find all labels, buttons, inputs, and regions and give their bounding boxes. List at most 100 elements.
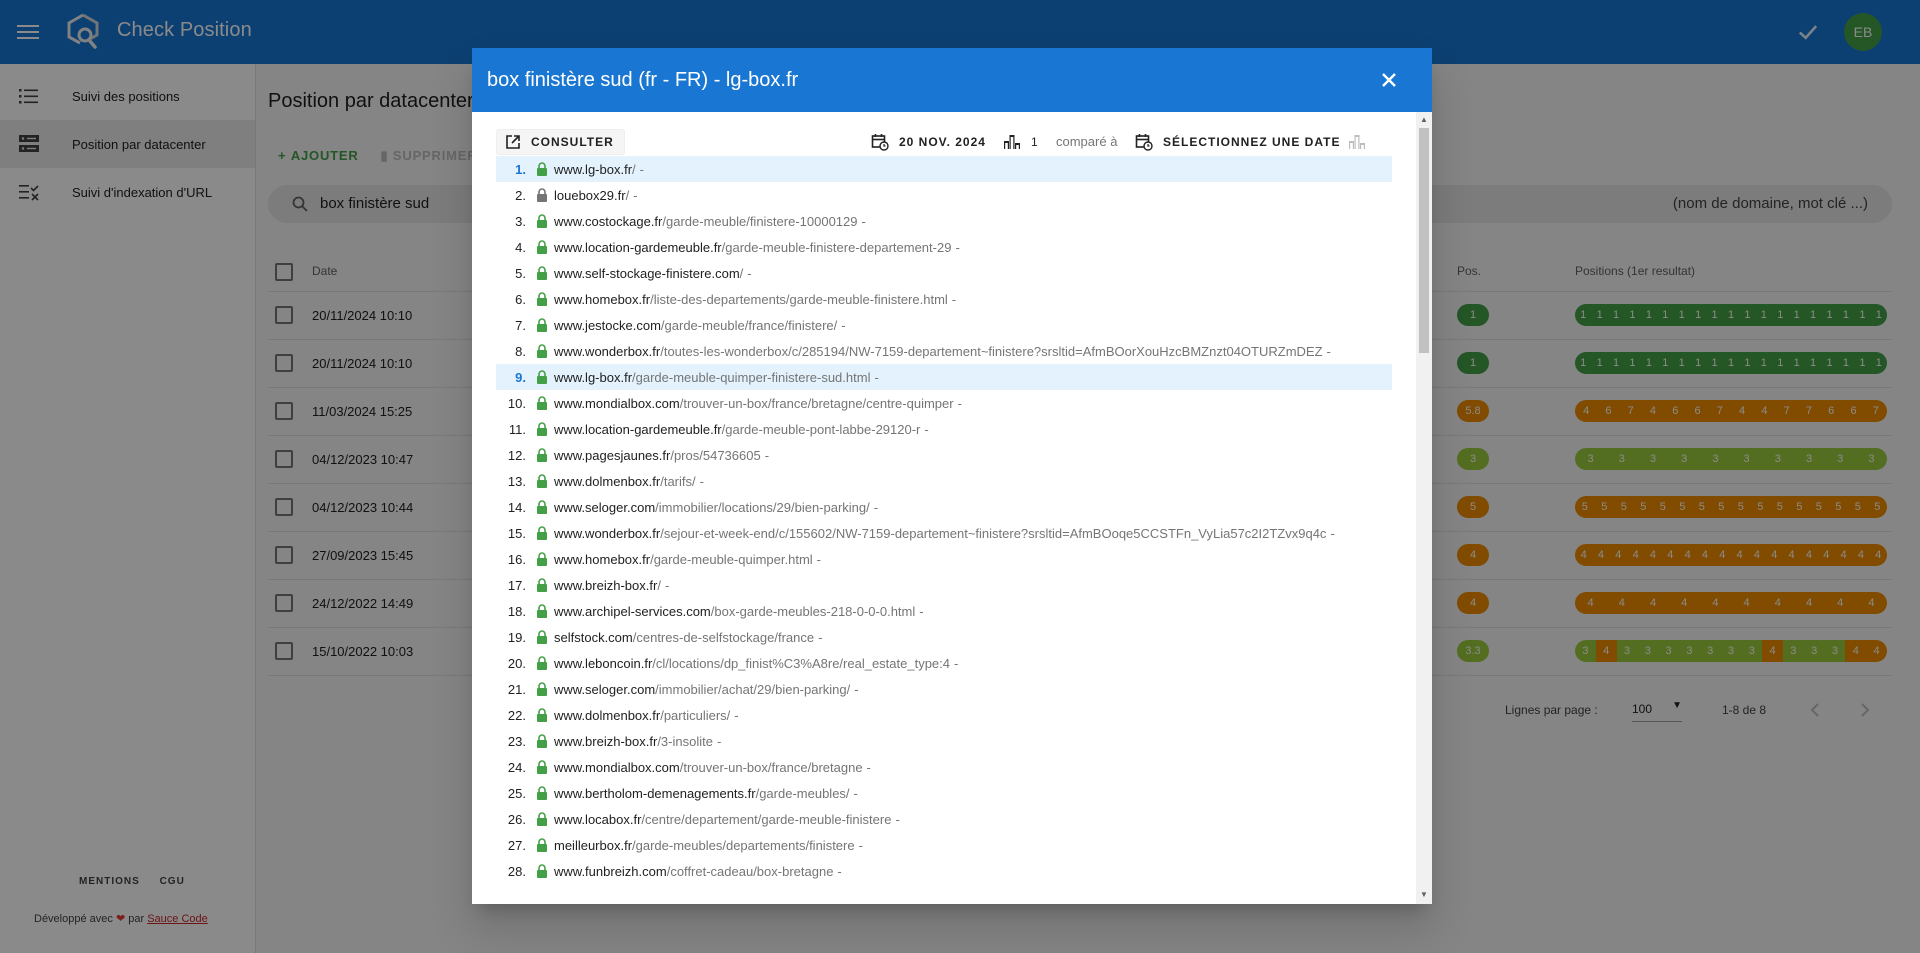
result-item[interactable]: 24. www.mondialbox.com/trouver-un-box/fra… <box>496 754 1392 780</box>
result-path[interactable]: /garde-meubles/ <box>756 786 850 801</box>
result-domain[interactable]: www.wonderbox.fr <box>554 526 660 541</box>
result-item[interactable]: 2. louebox29.fr / - <box>496 182 1392 208</box>
result-item[interactable]: 6. www.homebox.fr/liste-des-departements/… <box>496 286 1392 312</box>
result-path[interactable]: / <box>740 266 744 281</box>
result-domain[interactable]: www.costockage.fr <box>554 214 662 229</box>
result-path[interactable]: / <box>632 162 636 177</box>
result-item[interactable]: 20. www.leboncoin.fr/cl/locations/dp_fini… <box>496 650 1392 676</box>
result-domain[interactable]: www.homebox.fr <box>554 552 650 567</box>
result-item[interactable]: 16. www.homebox.fr/garde-meuble-quimper.h… <box>496 546 1392 572</box>
scrollbar-thumb[interactable] <box>1419 128 1429 353</box>
result-path[interactable]: /coffret-cadeau/box-bretagne <box>667 864 834 879</box>
result-domain[interactable]: www.breizh-box.fr <box>554 734 657 749</box>
result-domain[interactable]: www.seloger.com <box>554 500 655 515</box>
datacenter-count-value: 1 <box>1031 135 1038 149</box>
result-domain[interactable]: www.lg-box.fr <box>554 370 632 385</box>
result-item[interactable]: 28. www.funbreizh.com/coffret-cadeau/box-… <box>496 858 1392 884</box>
scroll-up-icon[interactable]: ▲ <box>1420 115 1428 124</box>
result-path[interactable]: /box-garde-meubles-218-0-0-0.html <box>711 604 915 619</box>
result-item[interactable]: 19. selfstock.com/centres-de-selfstockage… <box>496 624 1392 650</box>
result-domain[interactable]: louebox29.fr <box>554 188 626 203</box>
result-item[interactable]: 7. www.jestocke.com/garde-meuble/france/f… <box>496 312 1392 338</box>
result-item[interactable]: 12. www.pagesjaunes.fr/pros/54736605- <box>496 442 1392 468</box>
result-item[interactable]: 27. meilleurbox.fr/garde-meubles/departem… <box>496 832 1392 858</box>
compare-datacenter[interactable] <box>1348 130 1366 154</box>
result-item[interactable]: 13. www.dolmenbox.fr/tarifs/- <box>496 468 1392 494</box>
result-path[interactable]: /tarifs/ <box>660 474 695 489</box>
compare-date-picker[interactable]: SÉLECTIONNEZ UNE DATE <box>1135 130 1340 154</box>
result-domain[interactable]: meilleurbox.fr <box>554 838 632 853</box>
result-path[interactable]: /trouver-un-box/france/bretagne/centre-q… <box>680 396 954 411</box>
result-item[interactable]: 18. www.archipel-services.com/box-garde-m… <box>496 598 1392 624</box>
result-domain[interactable]: www.self-stockage-finistere.com <box>554 266 740 281</box>
result-path[interactable]: /sejour-et-week-end/c/155602/NW-7159-dep… <box>660 526 1326 541</box>
result-path[interactable]: /garde-meuble-quimper.html <box>650 552 813 567</box>
result-item[interactable]: 22. www.dolmenbox.fr/particuliers/- <box>496 702 1392 728</box>
result-domain[interactable]: www.mondialbox.com <box>554 396 680 411</box>
result-item[interactable]: 4. www.location-gardemeuble.fr/garde-meub… <box>496 234 1392 260</box>
result-path[interactable]: /particuliers/ <box>660 708 730 723</box>
result-path[interactable]: /toutes-les-wonderbox/c/285194/NW-7159-d… <box>660 344 1322 359</box>
result-item[interactable]: 23. www.breizh-box.fr/3-insolite - <box>496 728 1392 754</box>
result-item[interactable]: 26. www.locabox.fr/centre/departement/gar… <box>496 806 1392 832</box>
close-icon[interactable] <box>1377 68 1401 92</box>
result-path[interactable]: /centres-de-selfstockage/france <box>633 630 814 645</box>
result-domain[interactable]: www.locabox.fr <box>554 812 641 827</box>
result-domain[interactable]: www.location-gardemeuble.fr <box>554 240 722 255</box>
result-item[interactable]: 5. www.self-stockage-finistere.com / - <box>496 260 1392 286</box>
result-item[interactable]: 9. www.lg-box.fr/garde-meuble-quimper-fin… <box>496 364 1392 390</box>
selected-date: 20 NOV. 2024 <box>899 135 986 149</box>
date-picker[interactable]: 20 NOV. 2024 <box>871 130 986 154</box>
result-path[interactable]: /garde-meubles/departements/finistere <box>632 838 855 853</box>
dialog-scrollbar[interactable]: ▲ ▼ <box>1416 112 1432 904</box>
result-path[interactable]: /garde-meuble-quimper-finistere-sud.html <box>632 370 870 385</box>
result-item[interactable]: 11. www.location-gardemeuble.fr/garde-meu… <box>496 416 1392 442</box>
result-path[interactable]: /immobilier/locations/29/bien-parking/ <box>655 500 870 515</box>
result-item[interactable]: 10. www.mondialbox.com/trouver-un-box/fra… <box>496 390 1392 416</box>
result-item[interactable]: 15. www.wonderbox.fr/sejour-et-week-end/c… <box>496 520 1392 546</box>
result-domain[interactable]: www.funbreizh.com <box>554 864 667 879</box>
result-separator: - <box>716 733 722 749</box>
result-domain[interactable]: www.breizh-box.fr <box>554 578 657 593</box>
scroll-down-icon[interactable]: ▼ <box>1420 890 1428 899</box>
result-item[interactable]: 25. www.bertholom-demenagements.fr/garde-… <box>496 780 1392 806</box>
result-domain[interactable]: www.dolmenbox.fr <box>554 474 660 489</box>
result-path[interactable]: /liste-des-departements/garde-meuble-fin… <box>650 292 948 307</box>
result-domain[interactable]: www.bertholom-demenagements.fr <box>554 786 756 801</box>
result-path[interactable]: /3-insolite <box>657 734 713 749</box>
result-domain[interactable]: www.archipel-services.com <box>554 604 711 619</box>
result-domain[interactable]: www.lg-box.fr <box>554 162 632 177</box>
result-item[interactable]: 3. www.costockage.fr/garde-meuble/finiste… <box>496 208 1392 234</box>
result-domain[interactable]: www.leboncoin.fr <box>554 656 652 671</box>
consult-button[interactable]: CONSULTER <box>496 129 625 155</box>
result-path[interactable]: / <box>626 188 630 203</box>
result-domain[interactable]: selfstock.com <box>554 630 633 645</box>
result-path[interactable]: /trouver-un-box/france/bretagne <box>680 760 863 775</box>
result-path[interactable]: /garde-meuble/france/finistere/ <box>661 318 837 333</box>
result-path[interactable]: /garde-meuble/finistere-10000129 <box>662 214 857 229</box>
result-rank: 8. <box>515 343 526 359</box>
result-path[interactable]: / <box>657 578 661 593</box>
result-rank: 14. <box>507 499 526 515</box>
result-domain[interactable]: www.homebox.fr <box>554 292 650 307</box>
result-item[interactable]: 1. www.lg-box.fr / - <box>496 156 1392 182</box>
result-item[interactable]: 8. www.wonderbox.fr/toutes-les-wonderbox/… <box>496 338 1392 364</box>
result-domain[interactable]: www.seloger.com <box>554 682 655 697</box>
result-domain[interactable]: www.location-gardemeuble.fr <box>554 422 722 437</box>
result-item[interactable]: 17. www.breizh-box.fr / - <box>496 572 1392 598</box>
result-item[interactable]: 21. www.seloger.com/immobilier/achat/29/b… <box>496 676 1392 702</box>
datacenter-count[interactable]: 1 <box>1003 130 1038 154</box>
result-path[interactable]: /centre/departement/garde-meuble-finiste… <box>641 812 891 827</box>
result-path[interactable]: /cl/locations/dp_finist%C3%A8re/real_est… <box>652 656 950 671</box>
result-path[interactable]: /garde-meuble-pont-labbe-29120-r <box>722 422 921 437</box>
result-domain[interactable]: www.mondialbox.com <box>554 760 680 775</box>
result-domain[interactable]: www.wonderbox.fr <box>554 344 660 359</box>
result-item[interactable]: 14. www.seloger.com/immobilier/locations/… <box>496 494 1392 520</box>
result-path[interactable]: /garde-meuble-finistere-departement-29 <box>722 240 952 255</box>
result-domain[interactable]: www.pagesjaunes.fr <box>554 448 670 463</box>
result-path[interactable]: /pros/54736605 <box>670 448 760 463</box>
result-path[interactable]: /immobilier/achat/29/bien-parking/ <box>655 682 850 697</box>
result-domain[interactable]: www.dolmenbox.fr <box>554 708 660 723</box>
result-domain[interactable]: www.jestocke.com <box>554 318 661 333</box>
result-separator: - <box>954 655 959 671</box>
